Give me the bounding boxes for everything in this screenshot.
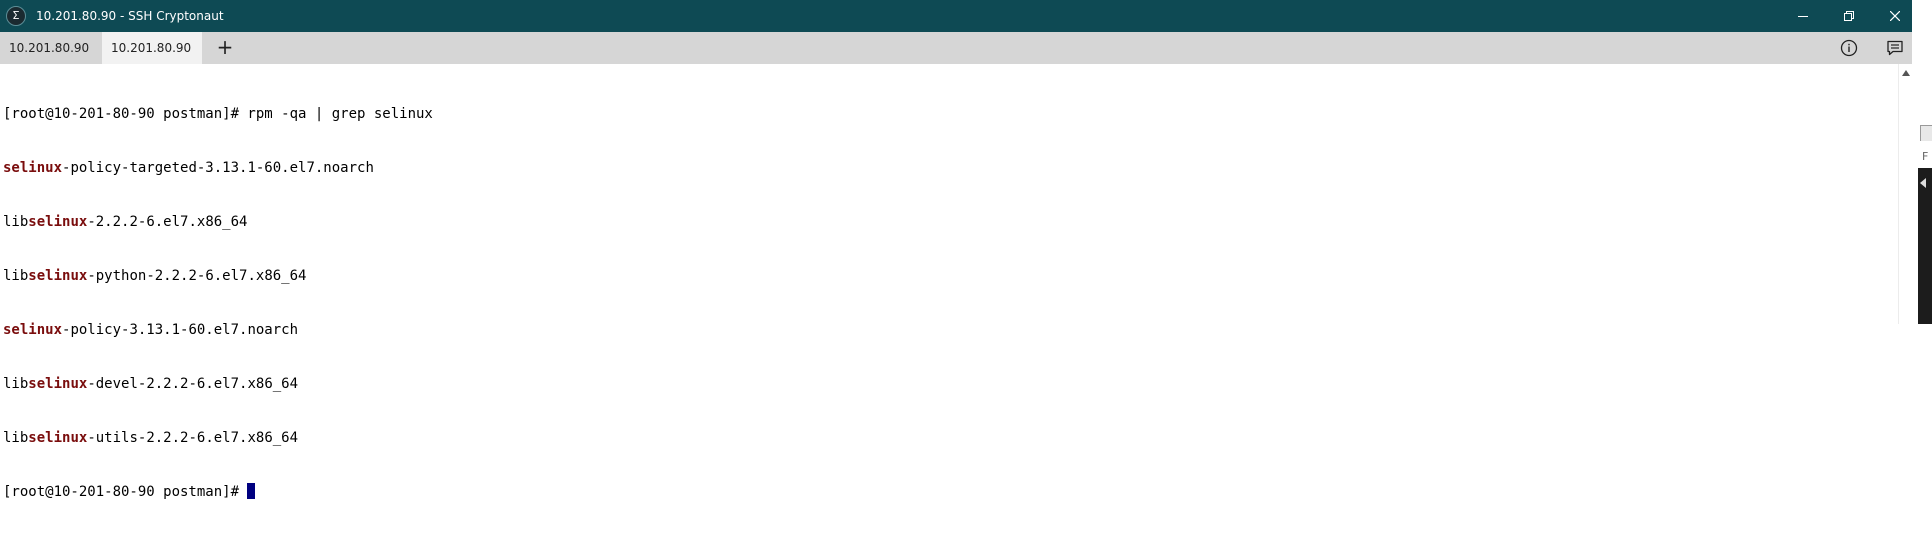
restore-button[interactable] [1826, 0, 1872, 32]
background-window-control [1920, 125, 1932, 141]
tab-label: 10.201.80.90 [111, 41, 192, 55]
line-text: lib [3, 376, 29, 392]
minimize-button[interactable] [1780, 0, 1826, 32]
background-window-arrow-icon [1920, 178, 1926, 188]
info-icon[interactable] [1839, 38, 1859, 58]
terminal-scrollbar[interactable] [1898, 64, 1912, 324]
tab-session-1[interactable]: 10.201.80.90 [0, 32, 100, 64]
terminal-line: libselinux-python-2.2.2-6.el7.x86_64 [3, 267, 433, 285]
line-text: -utils-2.2.2-6.el7.x86_64 [87, 430, 299, 446]
tab-bar: 10.201.80.90 10.201.80.90 + [0, 32, 1920, 64]
line-text: -policy-targeted-3.13.1-60.el7.noarch [62, 160, 374, 176]
terminal-lines: [root@10-201-80-90 postman]# rpm -qa | g… [3, 69, 433, 537]
tab-label: 10.201.80.90 [9, 41, 90, 55]
message-icon[interactable] [1885, 38, 1905, 58]
close-icon [1890, 11, 1900, 21]
title-bar: Σ 10.201.80.90 - SSH Cryptonaut [0, 0, 1920, 32]
background-window-panel [1918, 168, 1932, 324]
terminal-cursor [247, 483, 256, 499]
terminal-app-icon: Σ [6, 6, 26, 26]
terminal-prompt-line: [root@10-201-80-90 postman]# [3, 483, 433, 501]
grep-match: selinux [3, 160, 63, 176]
line-text: -2.2.2-6.el7.x86_64 [87, 214, 248, 230]
line-text: lib [3, 268, 29, 284]
terminal-line: libselinux-2.2.2-6.el7.x86_64 [3, 213, 433, 231]
tab-session-2[interactable]: 10.201.80.90 [102, 32, 202, 64]
grep-match: selinux [28, 214, 88, 230]
window-title: 10.201.80.90 - SSH Cryptonaut [36, 9, 224, 23]
minimize-icon [1798, 16, 1808, 17]
grep-match: selinux [3, 322, 63, 338]
line-text: lib [3, 214, 29, 230]
scroll-up-icon[interactable] [1902, 70, 1910, 76]
terminal-line: [root@10-201-80-90 postman]# rpm -qa | g… [3, 105, 433, 123]
terminal-line: libselinux-utils-2.2.2-6.el7.x86_64 [3, 429, 433, 447]
line-text: -devel-2.2.2-6.el7.x86_64 [87, 376, 299, 392]
prompt-text: [root@10-201-80-90 postman]# [3, 484, 248, 500]
line-text: lib [3, 430, 29, 446]
terminal-output[interactable]: [root@10-201-80-90 postman]# rpm -qa | g… [0, 64, 1898, 500]
line-text: [root@10-201-80-90 postman]# rpm -qa | g… [3, 106, 433, 122]
background-window-text: F [1922, 150, 1929, 163]
grep-match: selinux [28, 268, 88, 284]
restore-icon [1844, 11, 1854, 21]
line-text: -policy-3.13.1-60.el7.noarch [62, 322, 299, 338]
grep-match: selinux [28, 430, 88, 446]
terminal-line: selinux-policy-targeted-3.13.1-60.el7.no… [3, 159, 433, 177]
line-text: -python-2.2.2-6.el7.x86_64 [87, 268, 307, 284]
new-tab-button[interactable]: + [214, 32, 236, 64]
grep-match: selinux [28, 376, 88, 392]
terminal-line: libselinux-devel-2.2.2-6.el7.x86_64 [3, 375, 433, 393]
